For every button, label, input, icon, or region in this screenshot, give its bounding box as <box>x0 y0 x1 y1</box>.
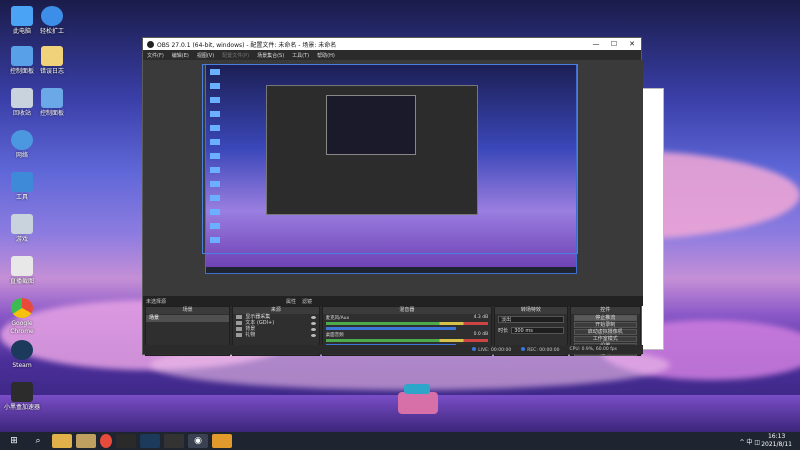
nested-preview <box>326 95 416 155</box>
search-icon[interactable]: ⌕ <box>28 434 48 448</box>
globe-icon <box>41 6 63 26</box>
text-icon <box>236 321 243 325</box>
channel-name: 麦克风/Aux <box>325 316 350 321</box>
image-icon <box>236 333 243 337</box>
start-button[interactable]: ⊞ <box>4 434 24 448</box>
eye-icon[interactable] <box>310 315 316 319</box>
filters-button[interactable]: 滤镜 <box>302 298 312 305</box>
steam-icon[interactable] <box>140 434 160 448</box>
duration-row: 时长 300 ms <box>495 325 566 336</box>
menu-bar: 文件(F) 编辑(E) 视图(V) 配置文件(P) 场景集合(S) 工具(T) … <box>143 50 641 60</box>
desktop-icon-control-panel-2[interactable]: 控制面板 <box>30 88 74 118</box>
chrome-icon <box>11 298 33 318</box>
scenes-dock-title: 场景 <box>146 307 230 314</box>
properties-button[interactable]: 属性 <box>286 298 296 305</box>
file-icon <box>11 214 33 234</box>
monitor-icon <box>236 315 243 319</box>
menu-edit[interactable]: 编辑(E) <box>172 52 189 59</box>
transition-type-row: 淡出 <box>495 314 566 325</box>
file-icon <box>11 256 33 276</box>
obs-window[interactable]: OBS 27.0.1 (64-bit, windows) - 配置文件: 未命名… <box>142 37 643 356</box>
background-window[interactable] <box>640 88 664 350</box>
menu-profile[interactable]: 配置文件(P) <box>222 52 249 59</box>
stop-streaming-button[interactable]: 停止推流 <box>573 315 637 321</box>
taskbar: ⊞ ⌕ ◉ ^ 中 ◫ 16:13 2021/8/11 <box>0 432 800 450</box>
desktop-icon-tool[interactable]: 轻松扩工 <box>30 6 74 36</box>
chrome-icon[interactable] <box>100 434 112 448</box>
wallpaper-car <box>398 384 438 414</box>
rec-status: REC: 00:00:00 <box>521 346 560 353</box>
nested-desktop-icons <box>210 69 220 249</box>
transitions-dock-title: 转场特效 <box>495 307 567 314</box>
desktop-icon-steam[interactable]: Steam <box>0 340 44 370</box>
file-icon <box>41 46 63 66</box>
scene-item[interactable]: 场景 <box>146 315 230 322</box>
eye-icon[interactable] <box>310 327 316 331</box>
live-indicator-icon <box>472 346 477 351</box>
source-toolbar: 未选择源 属性 滤镜 <box>143 296 643 306</box>
cpu-status: CPU: 0.9%, 60.00 fps <box>569 347 618 352</box>
controls-dock-title: 控件 <box>570 307 640 314</box>
obs-logo-icon <box>147 40 154 48</box>
close-button[interactable]: ✕ <box>623 40 641 48</box>
start-recording-button[interactable]: 开始录制 <box>573 322 637 328</box>
desktop-icon-chrome[interactable]: Google Chrome <box>0 298 44 336</box>
file-explorer-icon[interactable] <box>52 434 72 448</box>
desktop-icon-screenshot[interactable]: 直播截图 <box>0 256 44 286</box>
status-bar: LIVE: 00:00:00 REC: 00:00:00 CPU: 0.9%, … <box>143 345 643 354</box>
studio-mode-button[interactable]: 工作室模式 <box>573 336 637 342</box>
duration-label: 时长 <box>498 328 509 334</box>
volume-meter <box>325 339 489 342</box>
control-panel-icon <box>41 88 63 108</box>
system-tray[interactable]: ^ 中 ◫ <box>739 434 760 448</box>
start-virtual-camera-button[interactable]: 启动虚拟摄像机 <box>573 329 637 335</box>
eye-icon[interactable] <box>310 321 316 325</box>
channel-name: 桌面音频 <box>325 333 344 338</box>
menu-view[interactable]: 视图(V) <box>197 52 214 59</box>
network-icon <box>11 130 33 150</box>
desktop-icon-games[interactable]: 游戏 <box>0 214 44 244</box>
image-icon <box>236 327 243 331</box>
live-status: LIVE: 00:00:00 <box>472 346 511 353</box>
channel-db: 0.0 dB <box>473 332 489 337</box>
maximize-button[interactable]: ☐ <box>605 40 623 48</box>
mixer-dock-title: 混音器 <box>322 307 492 314</box>
minimize-button[interactable]: — <box>587 40 605 48</box>
volume-meter <box>325 322 489 325</box>
desktop-icon-tools[interactable]: 工具 <box>0 172 44 202</box>
duration-input[interactable]: 300 ms <box>511 327 564 334</box>
desktop-icon-accelerator[interactable]: 小黑盒加速器 <box>0 382 44 412</box>
accelerator-icon[interactable] <box>116 434 136 448</box>
no-source-selected-label: 未选择源 <box>146 298 167 305</box>
media-player-icon[interactable] <box>76 434 96 448</box>
tools-icon <box>11 172 33 192</box>
menu-scene-collection[interactable]: 场景集合(S) <box>257 52 284 59</box>
obs-taskbar-icon[interactable]: ◉ <box>188 434 208 448</box>
preview-area[interactable] <box>143 60 643 296</box>
app-icon[interactable] <box>212 434 232 448</box>
clock[interactable]: 16:13 2021/8/11 <box>761 433 792 449</box>
mixer-channel: 麦克风/Aux 4.3 dB <box>323 314 492 331</box>
channel-db: 4.3 dB <box>473 315 489 320</box>
menu-help[interactable]: 帮助(H) <box>317 52 335 59</box>
desktop-icon-error-log[interactable]: 错误日志 <box>30 46 74 76</box>
preview-canvas[interactable] <box>205 64 577 274</box>
window-title: OBS 27.0.1 (64-bit, windows) - 配置文件: 未命名… <box>157 41 337 49</box>
transition-select[interactable]: 淡出 <box>498 316 564 323</box>
obs-titlebar[interactable]: OBS 27.0.1 (64-bit, windows) - 配置文件: 未命名… <box>143 38 641 50</box>
accelerator-icon <box>11 382 33 402</box>
eye-icon[interactable] <box>310 333 316 337</box>
volume-slider[interactable] <box>325 327 456 330</box>
source-item[interactable]: 礼物 <box>233 332 318 338</box>
menu-file[interactable]: 文件(F) <box>147 52 164 59</box>
nested-taskbar <box>206 267 576 273</box>
menu-tools[interactable]: 工具(T) <box>292 52 309 59</box>
desktop-icon-network[interactable]: 网络 <box>0 130 44 160</box>
camera-icon[interactable] <box>164 434 184 448</box>
window-controls: — ☐ ✕ <box>587 40 641 48</box>
sources-dock-title: 来源 <box>233 307 319 314</box>
rec-indicator-icon <box>521 346 526 351</box>
steam-icon <box>11 340 33 360</box>
